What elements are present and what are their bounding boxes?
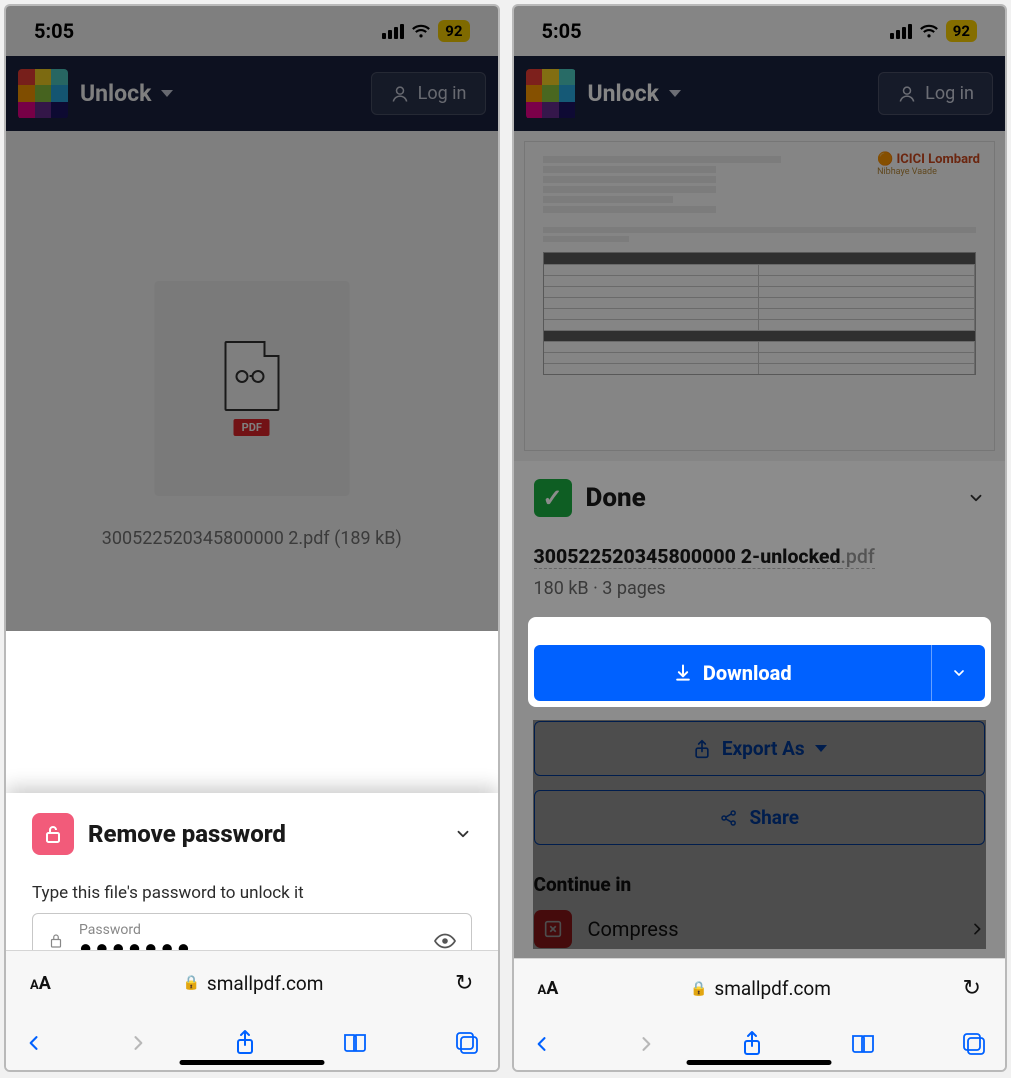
tabs-icon[interactable] — [454, 1030, 480, 1056]
continue-heading: Continue in — [534, 873, 986, 896]
cellular-icon — [382, 24, 404, 39]
check-icon: ✓ — [534, 479, 572, 517]
text-size-button[interactable]: AA — [538, 978, 559, 999]
reload-icon[interactable]: ↻ — [455, 971, 473, 996]
safari-address-bar[interactable]: AA 🔒 smallpdf.com ↻ — [6, 950, 498, 1015]
chevron-down-icon[interactable] — [967, 489, 985, 507]
share-nodes-icon — [719, 808, 739, 828]
download-icon — [673, 663, 693, 683]
tabs-icon[interactable] — [961, 1031, 987, 1057]
share-icon[interactable] — [740, 1030, 764, 1058]
export-icon — [692, 739, 712, 759]
chevron-right-icon — [969, 921, 985, 937]
header-title: Unlock — [80, 80, 151, 107]
lock-icon: 🔒 — [690, 981, 707, 997]
url-display[interactable]: 🔒 smallpdf.com — [690, 977, 831, 1000]
file-info: 300522520345800000 2.pdf (189 kB) — [6, 528, 498, 549]
bookmarks-icon[interactable] — [849, 1032, 877, 1056]
compress-icon — [534, 910, 572, 948]
done-label: Done — [586, 483, 954, 513]
export-as-button[interactable]: Export As — [534, 721, 986, 776]
back-icon[interactable] — [532, 1031, 552, 1057]
forward-icon — [636, 1031, 656, 1057]
forward-icon — [128, 1030, 148, 1056]
download-options-button[interactable] — [931, 645, 985, 701]
dim-overlay — [514, 6, 1006, 461]
sheet-title: Remove password — [88, 820, 440, 848]
battery-badge: 92 — [438, 20, 469, 42]
home-indicator[interactable] — [687, 1060, 832, 1065]
reload-icon[interactable]: ↻ — [963, 976, 981, 1001]
login-label: Log in — [418, 83, 467, 104]
user-icon — [390, 84, 410, 104]
lock-icon: 🔒 — [182, 975, 199, 991]
result-extension: .pdf — [840, 545, 874, 569]
result-meta: 180 kB · 3 pages — [534, 578, 986, 599]
status-time: 5:05 — [34, 19, 74, 43]
back-icon[interactable] — [24, 1030, 44, 1056]
file-card: PDF — [154, 281, 349, 496]
sheet-subtitle: Type this file's password to unlock it — [32, 883, 472, 903]
download-button[interactable]: Download — [534, 645, 932, 701]
safari-address-bar[interactable]: AA 🔒 smallpdf.com ↻ — [514, 958, 1006, 1019]
download-button-group: Download — [534, 645, 986, 701]
text-size-button[interactable]: AA — [30, 973, 51, 994]
wifi-icon — [411, 24, 431, 39]
status-bar: 5:05 92 — [6, 6, 498, 56]
share-icon[interactable] — [233, 1029, 257, 1057]
chevron-down-icon[interactable] — [454, 825, 472, 843]
bookmarks-icon[interactable] — [341, 1031, 369, 1055]
lock-icon — [47, 932, 65, 950]
chevron-down-icon — [161, 90, 173, 97]
chevron-down-icon — [815, 745, 827, 752]
compress-label: Compress — [588, 917, 954, 941]
phone-right: 5:05 92 Unlock Log in — [512, 4, 1008, 1072]
compress-option[interactable]: Compress — [534, 910, 986, 948]
home-indicator[interactable] — [179, 1060, 324, 1065]
pdf-file-icon — [224, 341, 279, 411]
tool-dropdown[interactable]: Unlock — [80, 80, 173, 107]
app-logo[interactable] — [18, 69, 68, 119]
done-header[interactable]: ✓ Done — [534, 479, 986, 517]
app-header: Unlock Log in — [6, 56, 498, 131]
phone-left: 5:05 92 Unlock Log in PDF — [4, 4, 500, 1072]
unlock-icon — [32, 813, 74, 855]
result-filename[interactable]: 300522520345800000 2-unlocked — [534, 545, 841, 569]
url-display[interactable]: 🔒 smallpdf.com — [182, 972, 323, 995]
pdf-badge: PDF — [234, 419, 270, 436]
share-button[interactable]: Share — [534, 790, 986, 845]
login-button[interactable]: Log in — [371, 72, 486, 115]
